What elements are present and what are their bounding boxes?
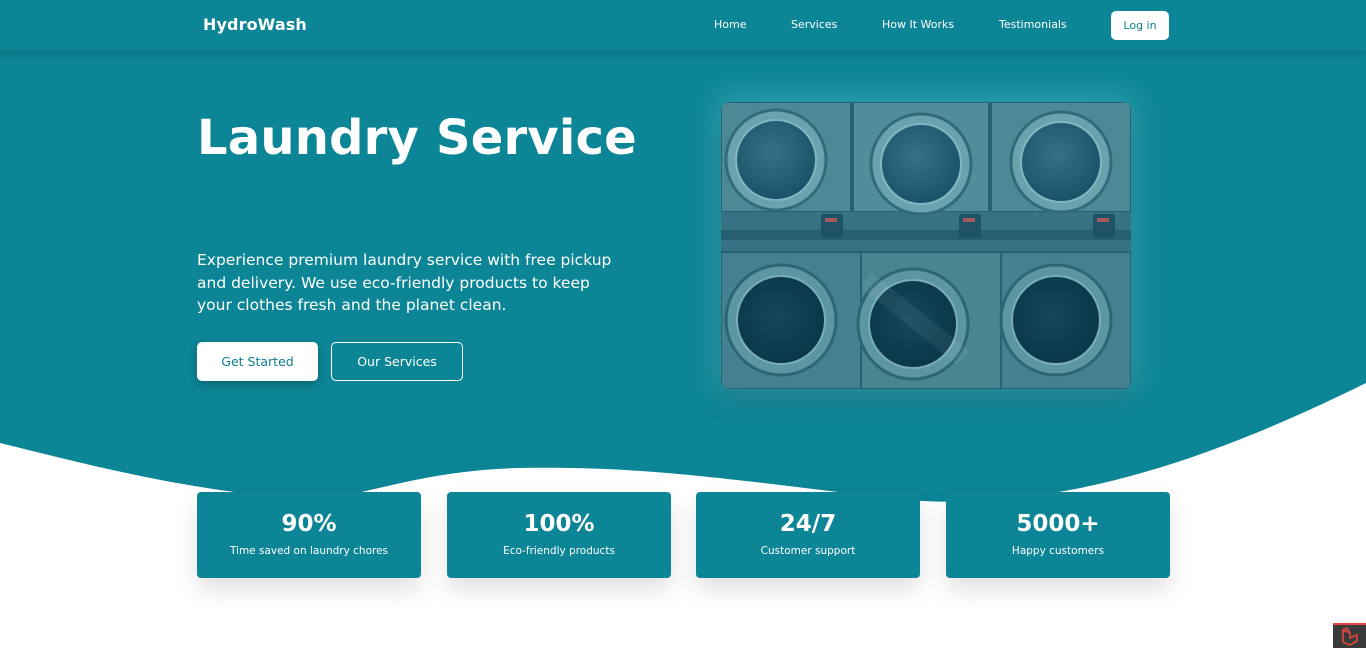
get-started-button[interactable]: Get Started (197, 342, 318, 381)
stat-value: 90% (281, 511, 337, 537)
brand-logo[interactable]: HydroWash (203, 15, 307, 34)
stat-label: Time saved on laundry chores (229, 545, 389, 557)
stat-card-time-saved: 90% Time saved on laundry chores (197, 492, 421, 578)
stat-value: 5000+ (1016, 511, 1100, 537)
nav-link-how-it-works[interactable]: How It Works (882, 18, 954, 31)
nav-link-home[interactable]: Home (714, 18, 746, 31)
our-services-button[interactable]: Our Services (331, 342, 463, 381)
stat-value: 100% (523, 511, 595, 537)
washing-machines-illustration (721, 102, 1131, 389)
stat-value: 24/7 (779, 511, 837, 537)
nav-link-testimonials[interactable]: Testimonials (999, 18, 1067, 31)
top-navbar: HydroWash Home Services How It Works Tes… (0, 0, 1366, 51)
stat-card-happy-customers: 5000+ Happy customers (946, 492, 1170, 578)
hero-image-laundromat (721, 102, 1131, 389)
stat-card-eco-friendly: 100% Eco-friendly products (447, 492, 671, 578)
nav-link-services[interactable]: Services (791, 18, 837, 31)
stat-label: Customer support (760, 545, 856, 557)
stat-label: Eco-friendly products (503, 545, 615, 557)
stat-card-customer-support: 24/7 Customer support (696, 492, 920, 578)
login-button[interactable]: Log in (1111, 11, 1169, 40)
hero-description: Experience premium laundry service with … (197, 251, 612, 314)
hero-title: Laundry Service (197, 110, 637, 166)
stat-label: Happy customers (1011, 545, 1105, 557)
laravel-logo-icon[interactable] (1333, 623, 1366, 648)
page: HydroWash Home Services How It Works Tes… (0, 0, 1366, 648)
laravel-logo-icon-glyph (1342, 626, 1358, 646)
